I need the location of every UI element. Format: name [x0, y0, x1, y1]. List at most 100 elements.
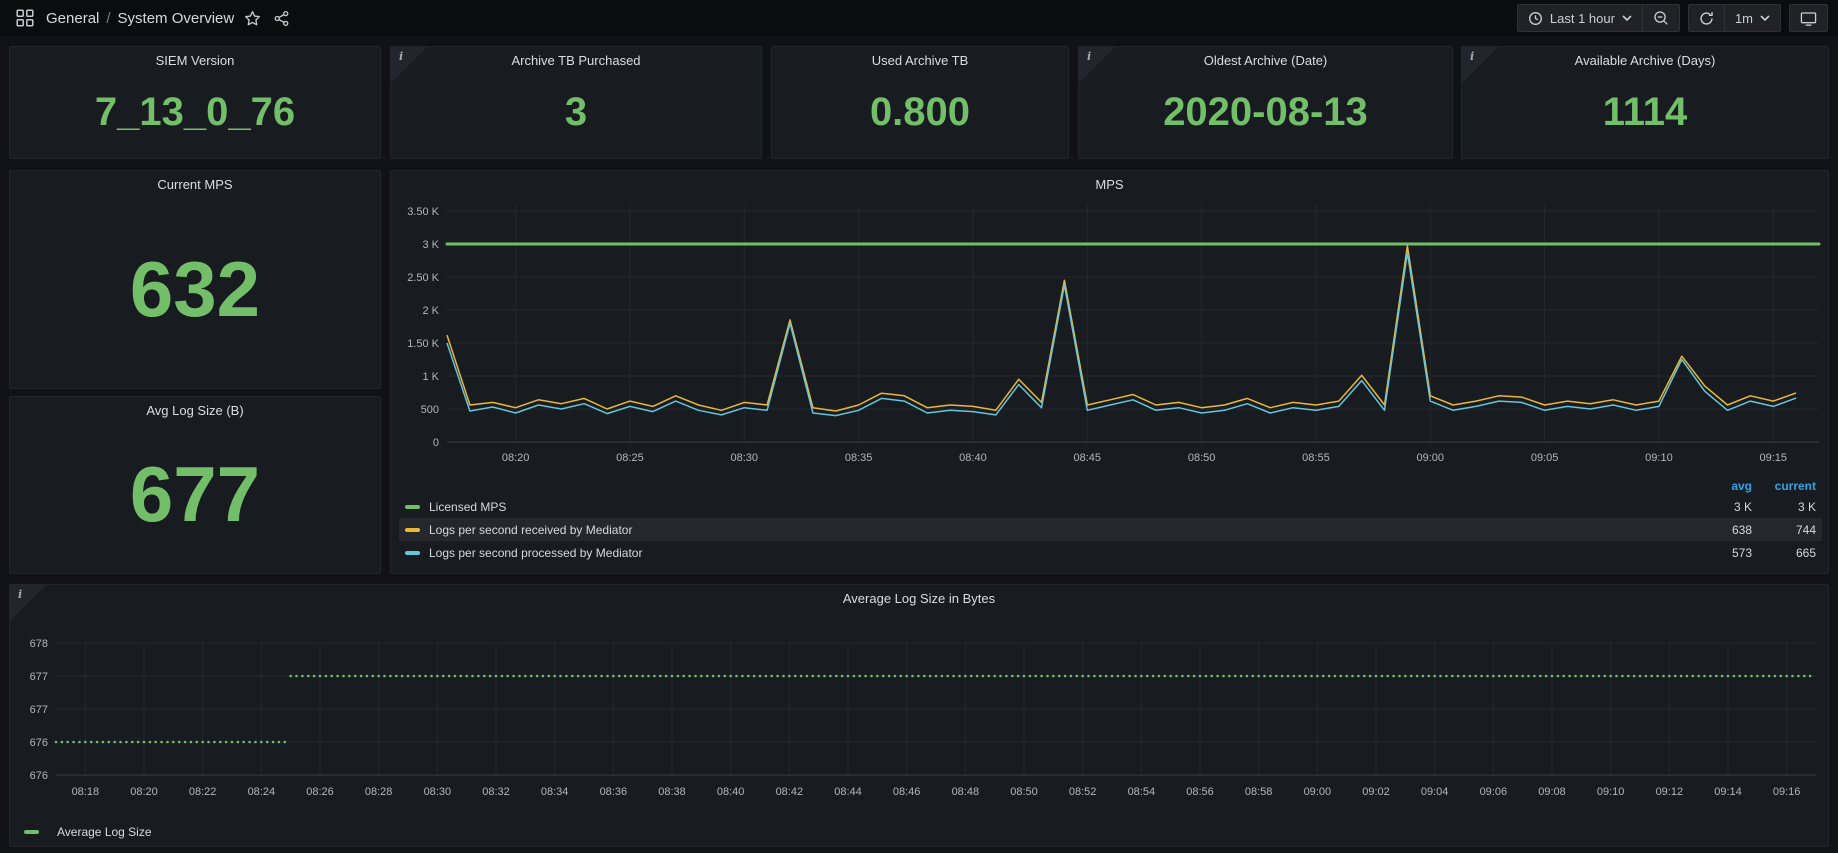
series-label[interactable]: Average Log Size	[57, 825, 152, 839]
panel-title[interactable]: MPS	[391, 171, 1828, 197]
svg-text:2 K: 2 K	[422, 305, 439, 317]
legend-header: avgcurrent	[399, 477, 1822, 495]
zoom-out-icon	[1653, 10, 1669, 26]
series-color-swatch[interactable]	[405, 505, 420, 509]
panel-archive-tb-purchased: i Archive TB Purchased 3	[390, 46, 762, 159]
svg-text:1 K: 1 K	[422, 371, 439, 383]
svg-text:08:18: 08:18	[72, 786, 100, 798]
svg-text:676: 676	[30, 770, 48, 782]
panel-used-archive-tb: Used Archive TB 0.800	[771, 46, 1069, 159]
svg-text:08:38: 08:38	[658, 786, 686, 798]
zoom-out-button[interactable]	[1642, 5, 1679, 31]
avg-log-legend: Average Log Size	[24, 825, 152, 839]
series-color-swatch[interactable]	[24, 830, 39, 834]
svg-text:08:30: 08:30	[424, 786, 452, 798]
panel-title[interactable]: Avg Log Size (B)	[10, 397, 380, 423]
mps-chart[interactable]: 08:2008:2508:3008:3508:4008:4508:5008:55…	[391, 195, 1828, 477]
svg-text:08:28: 08:28	[365, 786, 393, 798]
svg-text:09:08: 09:08	[1538, 786, 1566, 798]
svg-text:08:44: 08:44	[834, 786, 862, 798]
stat-value: 7_13_0_76	[95, 92, 295, 132]
panel-mps-chart: MPS 08:2008:2508:3008:3508:4008:4508:500…	[390, 170, 1829, 574]
panel-title[interactable]: Archive TB Purchased	[391, 47, 761, 73]
share-icon[interactable]	[267, 4, 296, 32]
svg-text:08:24: 08:24	[248, 786, 276, 798]
svg-text:09:00: 09:00	[1417, 452, 1445, 464]
refresh-group: 1m	[1688, 4, 1781, 32]
star-icon[interactable]	[238, 4, 267, 32]
panel-current-mps: Current MPS 632	[9, 170, 381, 389]
svg-text:08:40: 08:40	[717, 786, 745, 798]
stat-value: 632	[130, 250, 260, 328]
series-color-swatch[interactable]	[405, 551, 420, 555]
svg-text:08:46: 08:46	[893, 786, 921, 798]
refresh-icon	[1699, 11, 1714, 26]
svg-text:08:45: 08:45	[1074, 452, 1102, 464]
svg-text:08:40: 08:40	[959, 452, 987, 464]
svg-text:08:22: 08:22	[189, 786, 217, 798]
legend-column-current[interactable]: current	[1752, 479, 1816, 493]
svg-text:677: 677	[30, 671, 48, 683]
panel-title[interactable]: Average Log Size in Bytes	[10, 585, 1828, 611]
mps-legend: avgcurrentLicensed MPS3 K3 KLogs per sec…	[399, 477, 1822, 564]
svg-text:08:20: 08:20	[130, 786, 158, 798]
series-label[interactable]: Logs per second received by Mediator	[429, 523, 1688, 537]
svg-text:09:00: 09:00	[1304, 786, 1332, 798]
panel-title[interactable]: Available Archive (Days)	[1462, 47, 1828, 73]
svg-text:3 K: 3 K	[422, 239, 439, 251]
svg-text:08:25: 08:25	[616, 452, 644, 464]
svg-text:2.50 K: 2.50 K	[407, 272, 439, 284]
series-label[interactable]: Licensed MPS	[429, 500, 1688, 514]
series-label[interactable]: Logs per second processed by Mediator	[429, 546, 1688, 560]
panel-avg-log-size-chart: i Average Log Size in Bytes 08:1808:2008…	[9, 584, 1829, 847]
stat-body: 632	[10, 197, 380, 388]
svg-text:677: 677	[30, 704, 48, 716]
svg-text:09:10: 09:10	[1645, 452, 1673, 464]
panel-title[interactable]: Oldest Archive (Date)	[1079, 47, 1452, 73]
panel-title[interactable]: Used Archive TB	[772, 47, 1068, 73]
series-color-swatch[interactable]	[405, 528, 420, 532]
time-range-label: Last 1 hour	[1550, 11, 1615, 26]
svg-text:08:20: 08:20	[502, 452, 530, 464]
svg-text:08:42: 08:42	[776, 786, 804, 798]
svg-text:08:32: 08:32	[482, 786, 510, 798]
legend-value: 638	[1688, 523, 1752, 537]
panel-title[interactable]: SIEM Version	[10, 47, 380, 73]
legend-value: 3 K	[1752, 500, 1816, 514]
legend-column-avg[interactable]: avg	[1688, 479, 1752, 493]
refresh-button[interactable]	[1689, 5, 1724, 31]
time-range-picker[interactable]: Last 1 hour	[1518, 5, 1642, 31]
svg-text:09:12: 09:12	[1656, 786, 1684, 798]
legend-value: 3 K	[1688, 500, 1752, 514]
svg-text:08:34: 08:34	[541, 786, 569, 798]
panel-avg-log-size: Avg Log Size (B) 677	[9, 396, 381, 574]
svg-text:08:26: 08:26	[306, 786, 334, 798]
stat-value: 1114	[1603, 92, 1688, 132]
svg-text:08:48: 08:48	[952, 786, 980, 798]
refresh-interval-label: 1m	[1735, 11, 1753, 26]
panel-title[interactable]: Current MPS	[10, 171, 380, 197]
svg-text:1.50 K: 1.50 K	[407, 338, 439, 350]
breadcrumb-folder[interactable]: General	[46, 10, 99, 27]
apps-grid-icon[interactable]	[10, 4, 40, 32]
tv-icon	[1800, 10, 1817, 27]
avg-log-chart[interactable]: 08:18 08:20 08:22 08:24 08:26 08:28 08:30 08:32…	[10, 611, 1828, 811]
svg-text:08:58: 08:58	[1245, 786, 1273, 798]
legend-value: 744	[1752, 523, 1816, 537]
svg-text:676: 676	[30, 737, 48, 749]
chevron-down-icon	[1622, 15, 1632, 22]
tv-mode-button[interactable]	[1790, 5, 1827, 31]
svg-text:08:35: 08:35	[845, 452, 873, 464]
stat-value: 677	[130, 455, 260, 533]
svg-text:500: 500	[421, 404, 439, 416]
stat-body: 1114	[1462, 73, 1828, 158]
breadcrumb-dashboard[interactable]: System Overview	[118, 10, 235, 27]
panel-available-archive-days: i Available Archive (Days) 1114	[1461, 46, 1829, 159]
svg-text:09:02: 09:02	[1362, 786, 1390, 798]
refresh-interval-picker[interactable]: 1m	[1724, 5, 1780, 31]
stat-value: 0.800	[870, 92, 970, 132]
legend-row: Licensed MPS3 K3 K	[399, 495, 1822, 518]
svg-text:678: 678	[30, 638, 48, 650]
svg-text:09:10: 09:10	[1597, 786, 1625, 798]
legend-row: Logs per second received by Mediator6387…	[399, 518, 1822, 541]
